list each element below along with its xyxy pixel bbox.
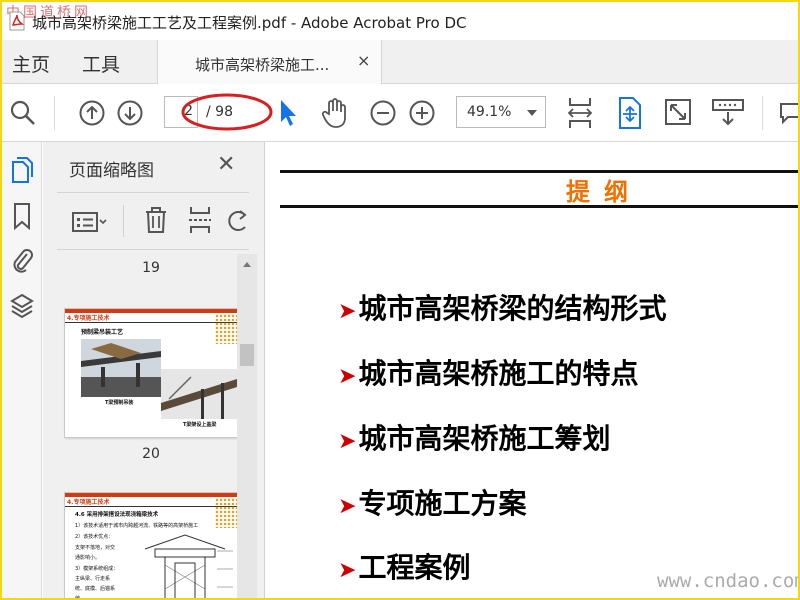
page-thumbnails-icon[interactable] [10, 156, 34, 184]
thumb-text-line: 统。 [75, 596, 86, 600]
zoom-level-value: 49.1% [467, 104, 512, 120]
thumbnail-page-20[interactable]: 4.专项施工技术 4.6 采用排架搭设法现浇箱梁技术 1）该技术适用于城市内跨越… [64, 492, 239, 600]
chevron-down-icon [527, 110, 537, 116]
tab-tools[interactable]: 工具 [82, 50, 120, 77]
thumb-text-line: 通影响小。 [75, 555, 101, 561]
scroll-up-icon[interactable] [242, 260, 252, 268]
outline-item-text: 专项施工方案 [358, 487, 527, 520]
panel-title: 页面缩略图 [69, 161, 154, 181]
thumb-photo-crane [161, 369, 237, 419]
page-header-rule [280, 170, 798, 173]
full-screen-icon[interactable] [664, 98, 692, 126]
bullet-arrow-icon: ➤ [338, 364, 357, 389]
rotate-icon[interactable] [227, 205, 249, 235]
acrobat-window: 中国道桥网 城市高架桥梁施工工艺及工程案例.pdf - Adobe Acroba… [0, 0, 800, 600]
delete-icon[interactable] [143, 205, 169, 235]
page-thumbnails-panel: 页面缩略图 ✕ 19 4.专项施工技术 预制梁吊装工艺 T梁预制吊装 T梁架设上… [43, 142, 265, 600]
document-view[interactable]: 提纲 ➤城市高架桥梁的结构形式 ➤城市高架桥施工的特点 ➤城市高架桥施工筹划 ➤… [266, 142, 798, 598]
thumbnail-page-number: 19 [142, 260, 160, 276]
thumb-text-line: 1）该技术适用于城市内跨越河流、铁路等的高架桥施工 [75, 523, 199, 529]
thumb-subheader: 4.6 采用排架搭设法现浇箱梁技术 [75, 512, 159, 518]
thumb-text-line: 3）模架系统组成： [75, 566, 119, 572]
thumb-photo-label-1: T梁预制吊装 [105, 400, 134, 406]
outline-item-text: 城市高架桥施工筹划 [358, 422, 611, 455]
tab-close-icon[interactable]: × [357, 51, 370, 70]
thumb-caption: 预制梁吊装工艺 [81, 329, 124, 336]
zoom-in-icon[interactable] [409, 100, 435, 126]
thumb-text-line: 支架不落地，对交 [75, 545, 116, 551]
fit-width-icon[interactable] [566, 96, 594, 130]
tab-document[interactable]: 城市高架桥梁施工... × [157, 40, 382, 84]
annotation-circle [181, 93, 273, 131]
bullet-arrow-icon: ➤ [338, 494, 357, 519]
thumb-deco-dots [215, 498, 237, 528]
comment-icon[interactable] [778, 100, 800, 126]
site-watermark-url: www.cndao.com [657, 570, 800, 592]
toolbar-divider [762, 96, 763, 130]
bullet-arrow-icon: ➤ [338, 429, 357, 454]
bookmark-icon[interactable] [10, 202, 34, 230]
panel-toolbar-divider [123, 205, 124, 237]
outline-item: ➤城市高架桥施工筹划 [338, 417, 610, 457]
thumb-deco-dots [215, 314, 237, 344]
bullet-arrow-icon: ➤ [338, 299, 357, 324]
tab-bar: 主页 工具 城市高架桥梁施工... × [2, 40, 798, 84]
tab-home[interactable]: 主页 [12, 50, 50, 77]
thumb-header: 4.专项施工技术 [67, 315, 110, 322]
bullet-arrow-icon: ➤ [338, 558, 357, 583]
layers-icon[interactable] [10, 292, 34, 320]
attachment-icon[interactable] [10, 246, 34, 274]
zoom-out-icon[interactable] [370, 100, 396, 126]
outline-item: ➤城市高架桥施工的特点 [338, 352, 638, 392]
fit-page-icon[interactable] [616, 96, 644, 130]
thumb-rule [65, 322, 238, 323]
thumb-rule [65, 506, 238, 507]
previous-page-icon[interactable] [79, 100, 105, 126]
zoom-level-select[interactable]: 49.1% [456, 96, 546, 128]
hand-tool-icon[interactable] [320, 97, 350, 129]
thumb-text-line: 统、底模、后锚系 [75, 586, 116, 592]
outline-item: ➤工程案例 [338, 546, 470, 586]
outline-item-text: 城市高架桥梁的结构形式 [358, 292, 667, 325]
options-menu-icon[interactable] [71, 209, 109, 235]
thumb-header: 4.专项施工技术 [67, 499, 110, 506]
thumb-drawing-formwork [144, 534, 233, 598]
page-header-rule [280, 205, 798, 208]
scrollbar-thumb[interactable] [240, 344, 254, 366]
toolbar-divider [54, 96, 55, 130]
close-icon[interactable]: ✕ [217, 152, 235, 177]
page-heading: 提纲 [566, 178, 642, 206]
panel-toolbar [57, 192, 249, 250]
main-toolbar: 2 / 98 49.1% [2, 84, 798, 142]
thumb-photo-bridge [81, 339, 161, 397]
tab-document-label: 城市高架桥梁施工... [195, 56, 330, 74]
next-page-icon[interactable] [117, 100, 143, 126]
thumb-text-line: 主纵梁、行走系 [75, 576, 111, 582]
outline-item-text: 城市高架桥施工的特点 [358, 357, 639, 390]
outline-item-text: 工程案例 [358, 551, 471, 584]
window-title: 城市高架桥梁施工工艺及工程案例.pdf - Adobe Acrobat Pro … [32, 14, 467, 32]
thumb-text-line: 2）该技术优点： [75, 534, 114, 540]
thumb-photo-label-2: T梁架设上盖梁 [183, 422, 217, 428]
search-icon[interactable] [10, 100, 36, 126]
insert-page-icon[interactable] [187, 205, 213, 235]
select-cursor-icon[interactable] [278, 98, 298, 128]
thumbnail-scrollbar[interactable] [237, 254, 257, 598]
outline-item: ➤专项施工方案 [338, 482, 526, 522]
outline-item: ➤城市高架桥梁的结构形式 [338, 287, 666, 327]
thumbnail-page-number: 20 [142, 446, 160, 462]
acrobat-app-icon [9, 11, 25, 31]
thumbnail-page-19[interactable]: 4.专项施工技术 预制梁吊装工艺 T梁预制吊装 T梁架设上盖梁 [64, 308, 239, 438]
read-mode-icon[interactable] [711, 98, 745, 128]
navigation-rail [2, 142, 42, 598]
title-bar: 中国道桥网 城市高架桥梁施工工艺及工程案例.pdf - Adobe Acroba… [2, 2, 798, 40]
